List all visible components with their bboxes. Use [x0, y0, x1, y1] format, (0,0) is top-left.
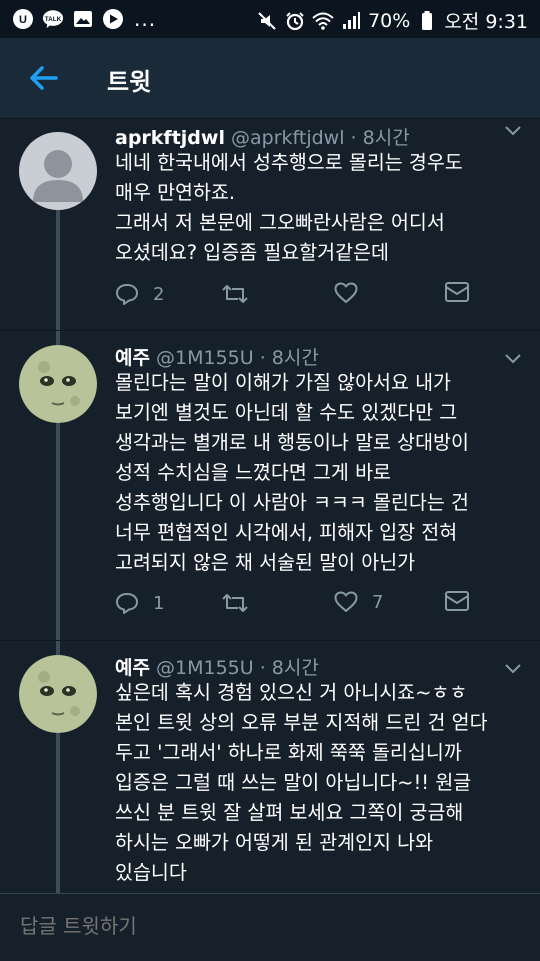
retweet-button[interactable] [222, 282, 262, 306]
reply-count: 2 [153, 283, 165, 305]
default-avatar-icon [19, 132, 97, 210]
reply-bar [0, 893, 540, 961]
svg-text:U: U [19, 14, 27, 26]
display-name[interactable]: aprkftjdwl [115, 127, 225, 149]
reply-icon [115, 282, 139, 306]
tweet-3[interactable]: 예주 @1M155U · 8시간 싶은데 혹시 경험 있으신 거 아니시죠~ㅎㅎ… [0, 641, 540, 893]
envelope-icon [445, 282, 469, 302]
chevron-down-icon[interactable] [504, 660, 522, 674]
display-name[interactable]: 예주 [115, 657, 150, 679]
thread-line [56, 641, 60, 655]
clock: 오전 9:31 [444, 11, 528, 33]
retweet-icon [222, 282, 248, 306]
tweet-actions: 2 [115, 282, 515, 312]
timestamp: · 8시간 [350, 127, 410, 149]
moon-face-avatar-icon [19, 345, 97, 423]
thread-line [56, 423, 60, 641]
mute-icon [256, 10, 278, 32]
alarm-icon [284, 10, 306, 32]
heart-icon [334, 591, 358, 613]
avatar[interactable] [19, 345, 97, 423]
tweet-header: aprkftjdwl @aprkftjdwl · 8시간 [115, 123, 410, 150]
handle[interactable]: @1M155U [156, 657, 254, 679]
reply-count: 1 [153, 592, 165, 614]
battery-icon [416, 10, 438, 32]
chevron-down-icon[interactable] [504, 350, 522, 364]
tweet-header: 예주 @1M155U · 8시간 [115, 343, 319, 370]
handle[interactable]: @aprkftjdwl [231, 127, 344, 149]
thread-line [56, 331, 60, 345]
battery-percent: 70% [368, 9, 411, 32]
chevron-down-icon[interactable] [504, 122, 522, 136]
youtube-icon [102, 8, 124, 30]
like-button[interactable]: 7 [334, 591, 383, 613]
moon-face-avatar-icon [19, 655, 97, 733]
signal-icon [340, 10, 362, 32]
avatar[interactable] [19, 655, 97, 733]
thread-line [56, 210, 60, 340]
gallery-icon [72, 8, 94, 30]
reply-icon [115, 591, 139, 615]
status-left: U TALK ... [12, 7, 156, 31]
status-right: 70% 오전 9:31 [256, 7, 528, 34]
retweet-button[interactable] [222, 591, 262, 615]
envelope-icon [445, 591, 469, 611]
back-arrow-icon[interactable] [26, 60, 62, 96]
direct-message-button[interactable] [445, 282, 469, 302]
svg-text:TALK: TALK [45, 16, 62, 23]
like-count: 7 [372, 591, 384, 613]
like-button[interactable] [334, 282, 372, 304]
display-name[interactable]: 예주 [115, 347, 150, 369]
thread-line [56, 733, 60, 893]
direct-message-button[interactable] [445, 591, 469, 611]
app-bar: 트윗 [0, 38, 540, 119]
app-u-icon: U [12, 8, 34, 30]
handle[interactable]: @1M155U [156, 347, 254, 369]
wifi-icon [312, 10, 334, 32]
tweet-1[interactable]: aprkftjdwl @aprkftjdwl · 8시간 네네 한국내에서 성추… [0, 118, 540, 340]
status-bar: U TALK ... 70% 오전 9:31 [0, 0, 540, 38]
retweet-icon [222, 591, 248, 615]
tweet-text: 몰린다는 말이 이해가 가질 않아서요 내가 보기엔 별것도 아닌데 할 수도 … [115, 371, 469, 574]
tweet-2[interactable]: 예주 @1M155U · 8시간 몰린다는 말이 이해가 가질 않아서요 내가 … [0, 331, 540, 641]
heart-icon [334, 282, 358, 304]
tweet-text: 싶은데 혹시 경험 있으신 거 아니시죠~ㅎㅎ 본인 트윗 상의 오류 부분 지… [115, 681, 488, 884]
reply-input[interactable] [20, 914, 500, 938]
timestamp: · 8시간 [259, 347, 319, 369]
reply-button[interactable]: 1 [115, 591, 164, 615]
tweet-header: 예주 @1M155U · 8시간 [115, 653, 319, 680]
tweet-text: 네네 한국내에서 성추행으로 몰리는 경우도 매우 만연하죠. 그래서 저 본문… [115, 151, 463, 264]
status-more: ... [134, 7, 157, 31]
tweet-actions: 1 7 [115, 591, 515, 621]
kakaotalk-icon: TALK [42, 8, 64, 30]
reply-button[interactable]: 2 [115, 282, 164, 306]
avatar[interactable] [19, 132, 97, 210]
page-title: 트윗 [107, 68, 152, 96]
timestamp: · 8시간 [259, 657, 319, 679]
